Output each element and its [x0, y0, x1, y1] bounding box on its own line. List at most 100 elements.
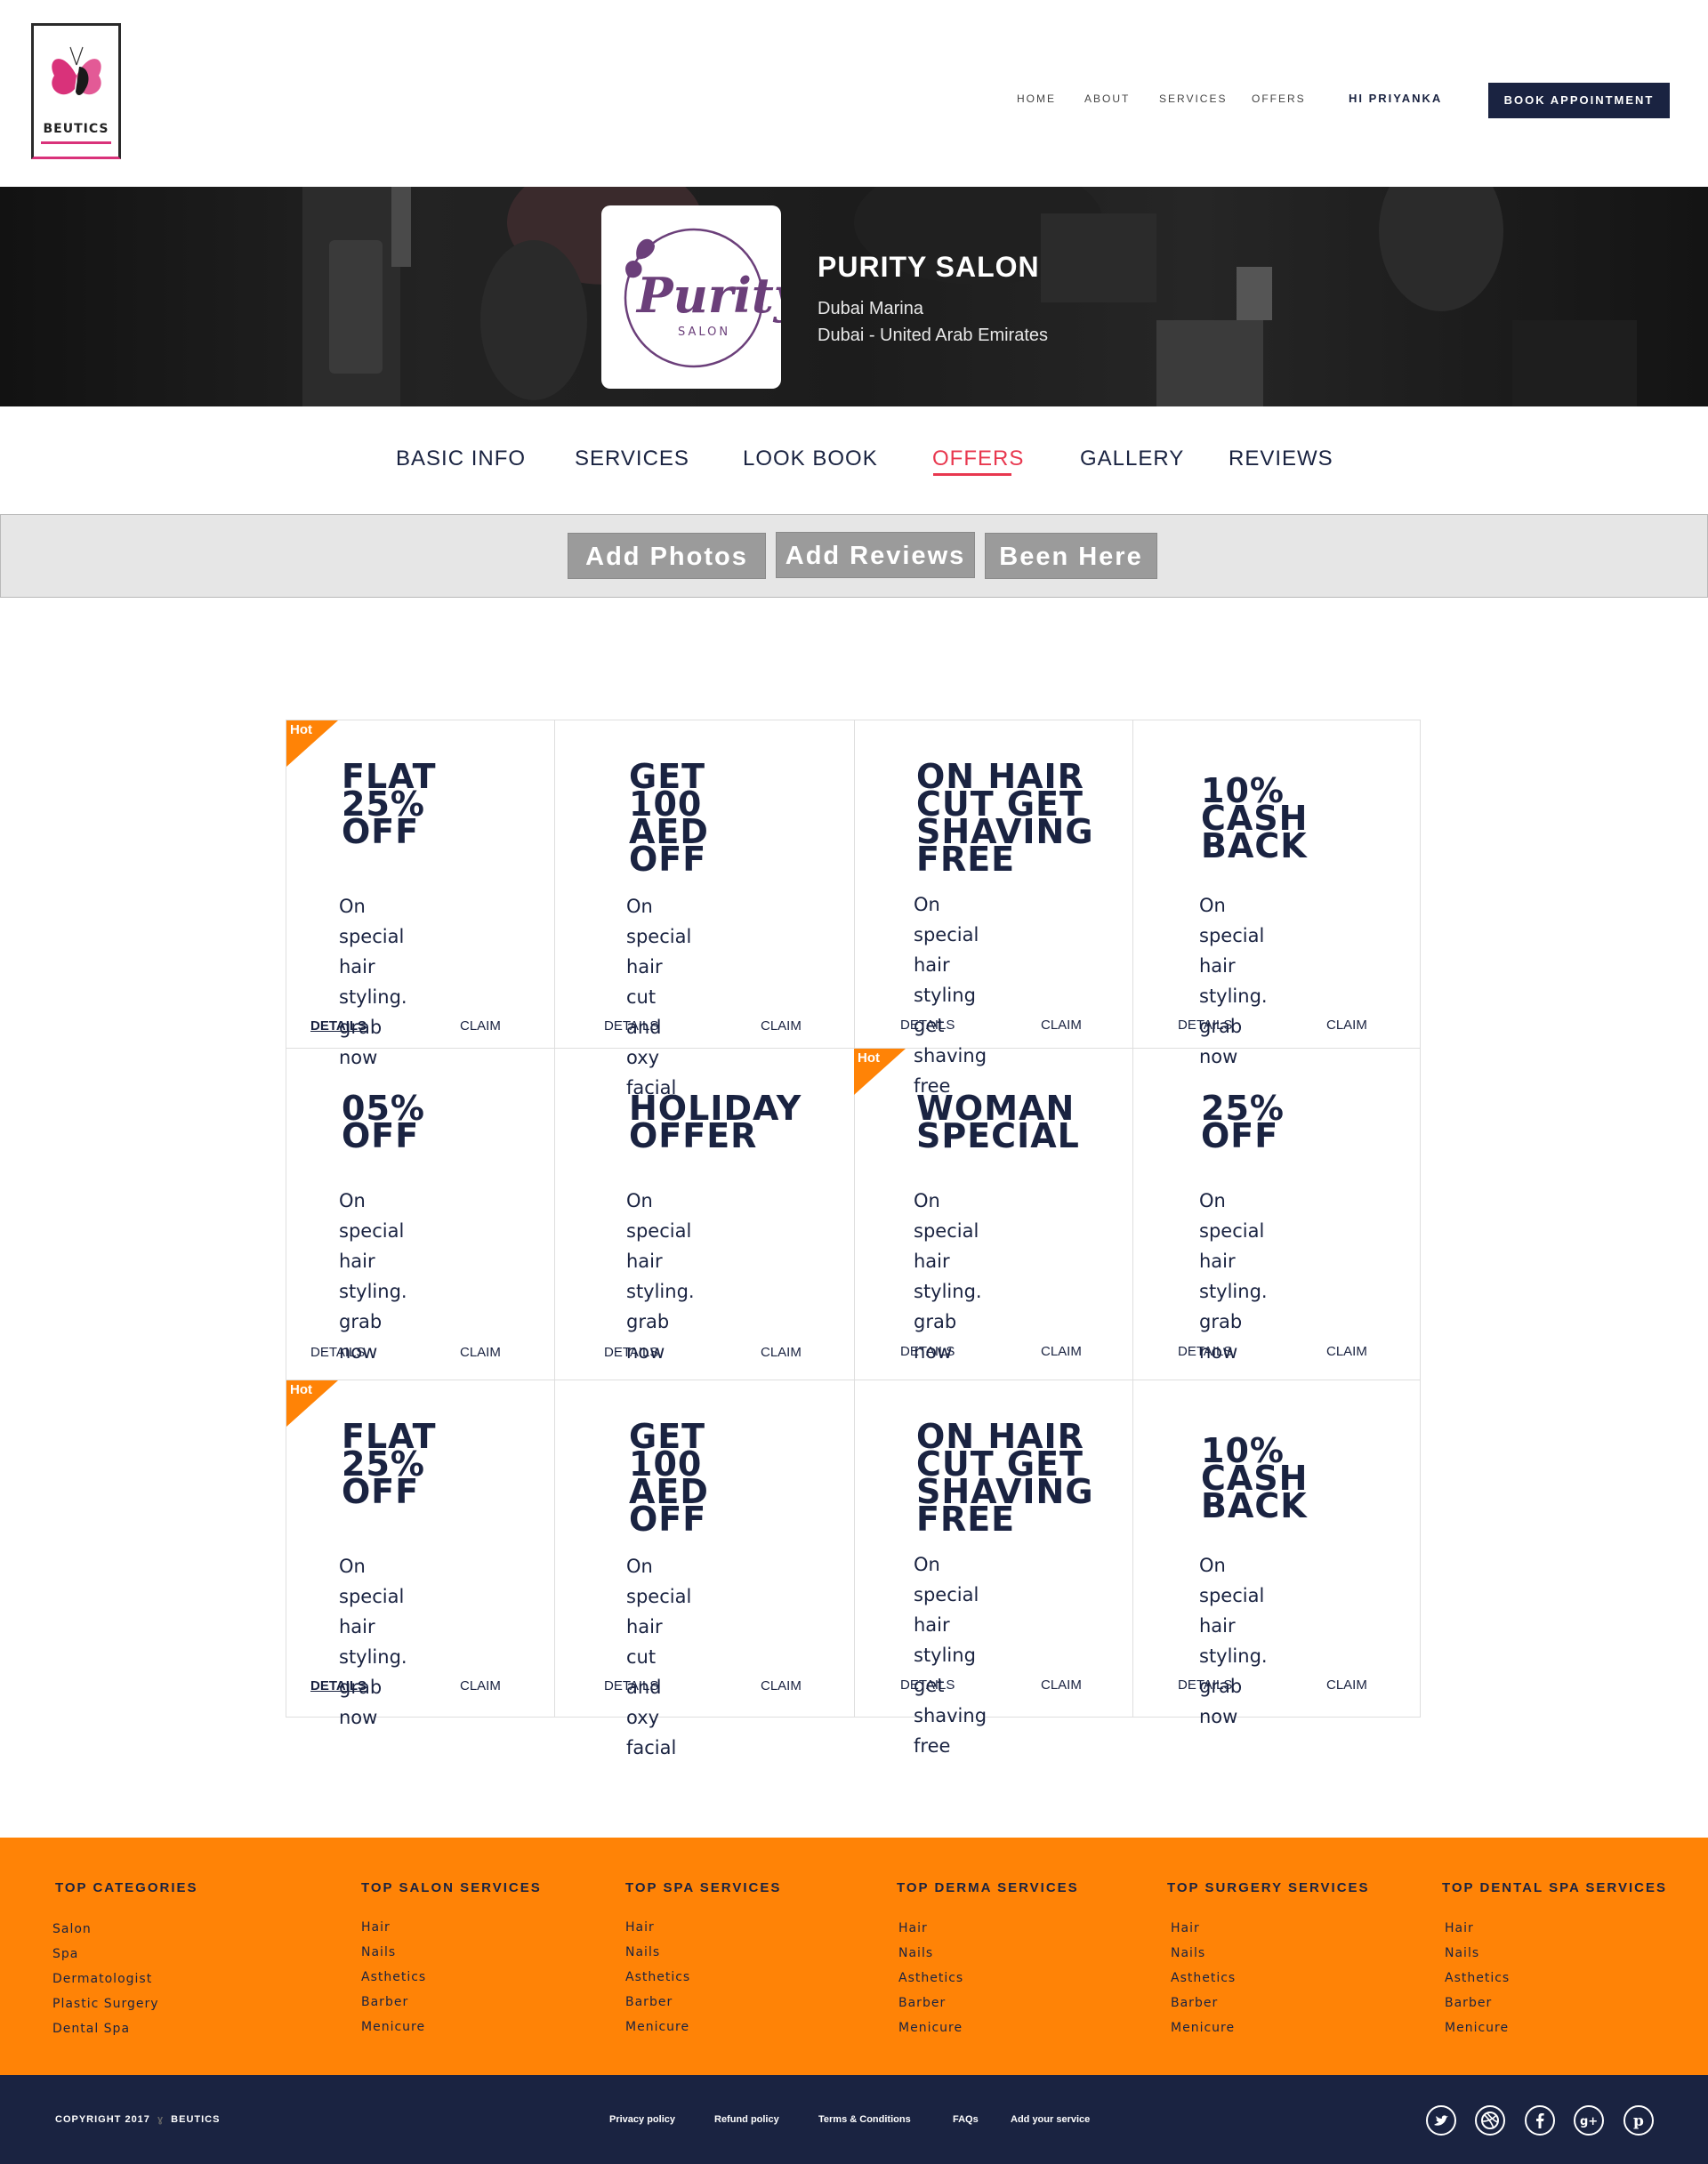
nav-offers[interactable]: OFFERS [1252, 93, 1306, 105]
nav-services[interactable]: SERVICES [1159, 93, 1227, 105]
add-photos-button[interactable]: Add Photos [568, 533, 766, 579]
offer-title: 05% OFF [342, 1089, 425, 1155]
twitter-icon[interactable] [1426, 2105, 1456, 2136]
offer-description: On special hair styling. grab now [1199, 1555, 1268, 1727]
offer-details-link[interactable]: DETAILS [604, 1018, 658, 1034]
hot-badge: Hot [854, 1049, 906, 1095]
offer-details-link[interactable]: DETAILS [900, 1018, 955, 1033]
offer-details-link[interactable]: DETAILS [310, 1018, 367, 1034]
offer-claim-link[interactable]: CLAIM [1041, 1344, 1082, 1359]
footer-link[interactable]: Hair [1171, 1921, 1200, 1935]
dribbble-icon[interactable] [1475, 2105, 1505, 2136]
offer-claim-link[interactable]: CLAIM [761, 1018, 802, 1034]
book-appointment-button[interactable]: BOOK APPOINTMENT [1488, 83, 1670, 118]
add-service-link[interactable]: Add your service [1011, 2114, 1090, 2125]
svg-text:p: p [1633, 2112, 1644, 2130]
footer-link[interactable]: Asthetics [1171, 1971, 1236, 1985]
footer-link[interactable]: Nails [625, 1945, 660, 1959]
offer-details-link[interactable]: DETAILS [1178, 1677, 1232, 1693]
offer-claim-link[interactable]: CLAIM [1326, 1677, 1367, 1693]
footer-link[interactable]: Asthetics [625, 1970, 690, 1984]
footer-column-title: TOP SALON SERVICES [361, 1880, 542, 1895]
offer-claim-link[interactable]: CLAIM [1326, 1344, 1367, 1359]
footer-link[interactable]: Barber [1171, 1996, 1218, 2010]
tab-gallery[interactable]: GALLERY [1080, 446, 1184, 471]
offer-claim-link[interactable]: CLAIM [1041, 1018, 1082, 1033]
user-greeting[interactable]: HI PRIYANKA [1349, 92, 1442, 105]
faqs-link[interactable]: FAQs [953, 2114, 979, 2125]
offer-details-link[interactable]: DETAILS [900, 1344, 955, 1359]
nav-home[interactable]: HOME [1017, 93, 1056, 105]
been-here-button[interactable]: Been Here [985, 533, 1157, 579]
footer-link[interactable]: Nails [1171, 1946, 1205, 1960]
beutics-logo[interactable]: BEUTICS [31, 23, 121, 159]
offer-claim-link[interactable]: CLAIM [761, 1345, 802, 1360]
footer-link[interactable]: Hair [625, 1920, 655, 1935]
logo-text: BEUTICS [43, 122, 109, 136]
offer-claim-link[interactable]: CLAIM [460, 1678, 501, 1693]
offer-claim-link[interactable]: CLAIM [460, 1018, 501, 1034]
footer-link[interactable]: Barber [898, 1996, 946, 2010]
footer-link[interactable]: Salon [52, 1922, 92, 1936]
site-header: BEUTICS HOME ABOUT SERVICES OFFERS HI PR… [0, 0, 1708, 187]
copyright-brand: BEUTICS [171, 2114, 221, 2125]
footer-link[interactable]: Barber [625, 1995, 673, 2009]
footer-link[interactable]: Hair [361, 1920, 391, 1935]
google-plus-icon[interactable]: g+ [1574, 2105, 1604, 2136]
offer-details-link[interactable]: DETAILS [604, 1345, 658, 1360]
footer-link[interactable]: Plastic Surgery [52, 1997, 159, 2011]
footer-link[interactable]: Hair [1445, 1921, 1474, 1935]
pinterest-icon[interactable]: p [1623, 2105, 1654, 2136]
footer-link[interactable]: Asthetics [1445, 1971, 1510, 1985]
footer-link[interactable]: Menicure [1445, 2021, 1509, 2035]
offer-details-link[interactable]: DETAILS [1178, 1018, 1232, 1033]
footer-column-title: TOP SURGERY SERVICES [1167, 1880, 1370, 1895]
tab-reviews[interactable]: REVIEWS [1229, 446, 1333, 471]
nav-about[interactable]: ABOUT [1084, 93, 1130, 105]
tab-services[interactable]: SERVICES [575, 446, 689, 471]
footer-column-title: TOP SPA SERVICES [625, 1880, 782, 1895]
footer-link[interactable]: Asthetics [898, 1971, 963, 1985]
grid-divider [554, 720, 555, 1717]
tab-look-book[interactable]: LOOK BOOK [743, 446, 878, 471]
offer-description: On special hair styling. grab now [339, 1190, 407, 1363]
refund-policy-link[interactable]: Refund policy [714, 2114, 779, 2125]
tab-offers[interactable]: OFFERS [932, 446, 1024, 471]
offer-details-link[interactable]: DETAILS [310, 1678, 367, 1693]
footer-link[interactable]: Hair [898, 1921, 928, 1935]
footer-link[interactable]: Menicure [361, 2020, 425, 2034]
footer-link[interactable]: Nails [361, 1945, 396, 1959]
offer-claim-link[interactable]: CLAIM [1041, 1677, 1082, 1693]
offer-title: FLAT 25% OFF [342, 757, 437, 851]
offer-details-link[interactable]: DETAILS [310, 1345, 365, 1360]
add-reviews-button[interactable]: Add Reviews [776, 532, 975, 578]
terms-link[interactable]: Terms & Conditions [818, 2114, 911, 2125]
footer-link[interactable]: Nails [898, 1946, 933, 1960]
footer-link[interactable]: Barber [1445, 1996, 1492, 2010]
offer-title: HOLIDAY OFFER [629, 1089, 802, 1155]
grid-divider [854, 720, 855, 1717]
hot-badge: Hot [286, 1380, 338, 1427]
footer-link[interactable]: Menicure [898, 2021, 963, 2035]
offer-title: ON HAIR CUT GET SHAVING FREE [916, 1417, 1094, 1539]
facebook-icon[interactable] [1525, 2105, 1555, 2136]
privacy-policy-link[interactable]: Privacy policy [609, 2114, 675, 2125]
offer-details-link[interactable]: DETAILS [900, 1677, 955, 1693]
footer-link[interactable]: Menicure [625, 2020, 689, 2034]
purity-logo-word: Purity [635, 267, 781, 324]
tab-basic-info[interactable]: BASIC INFO [396, 446, 526, 471]
footer-link[interactable]: Asthetics [361, 1970, 426, 1984]
offer-description: On special hair cut and oxy facial [626, 1556, 692, 1758]
offer-claim-link[interactable]: CLAIM [1326, 1018, 1367, 1033]
footer-link[interactable]: Nails [1445, 1946, 1479, 1960]
offer-details-link[interactable]: DETAILS [1178, 1344, 1232, 1359]
offer-claim-link[interactable]: CLAIM [761, 1678, 802, 1693]
footer-link[interactable]: Spa [52, 1947, 78, 1961]
grid-divider [1132, 720, 1133, 1717]
footer-link[interactable]: Dermatologist [52, 1972, 152, 1986]
footer-link[interactable]: Menicure [1171, 2021, 1235, 2035]
footer-link[interactable]: Barber [361, 1995, 408, 2009]
offer-claim-link[interactable]: CLAIM [460, 1345, 501, 1360]
footer-link[interactable]: Dental Spa [52, 2022, 130, 2036]
offer-details-link[interactable]: DETAILS [604, 1678, 658, 1693]
